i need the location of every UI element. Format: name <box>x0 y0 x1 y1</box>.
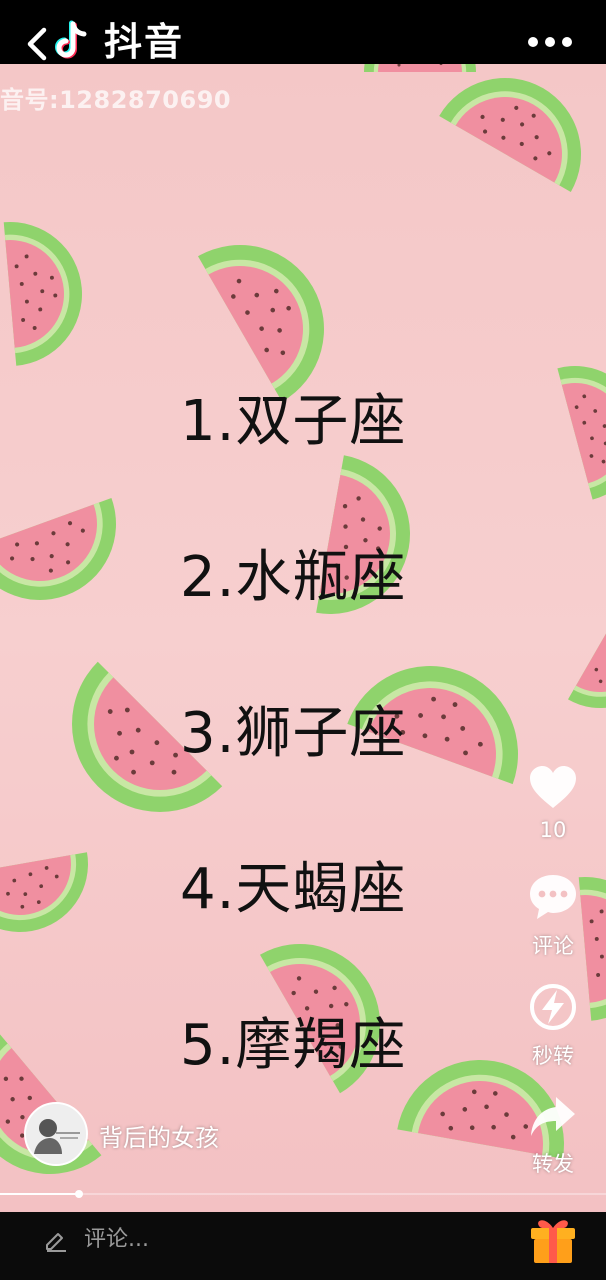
top-bar: 抖音 <box>0 0 606 64</box>
ranking-item: 3.狮子座 <box>180 701 407 766</box>
ranking-item: 2.水瓶座 <box>180 545 407 610</box>
lightning-icon <box>530 984 576 1030</box>
ranking-item: 4.天蝎座 <box>180 857 407 922</box>
like-button[interactable]: 10 <box>517 764 589 842</box>
forward-arrow-icon <box>531 1097 575 1136</box>
more-options-icon[interactable] <box>528 32 580 52</box>
comment-bubble-icon <box>530 875 576 919</box>
quick-share-label: 秒转 <box>532 1044 574 1068</box>
douyin-logo-icon <box>55 20 87 59</box>
forward-button[interactable]: 转发 <box>517 1094 589 1178</box>
comment-button[interactable]: 评论 <box>517 872 589 960</box>
ranking-item: 1.双子座 <box>180 389 407 454</box>
pencil-icon <box>46 1233 66 1252</box>
video-player[interactable]: 音号:1282870690 1.双子座 2.水瓶座 3.狮子座 4.天蝎座 5.… <box>0 64 606 1212</box>
back-arrow-icon[interactable] <box>22 24 52 64</box>
forward-label: 转发 <box>532 1152 574 1176</box>
ranking-item: 5.摩羯座 <box>180 1013 407 1078</box>
like-count: 10 <box>539 818 567 842</box>
playback-progress-fill <box>0 1193 79 1195</box>
bottom-bar: 评论... <box>0 1212 606 1280</box>
playback-progress-knob[interactable] <box>74 1190 83 1198</box>
avatar[interactable] <box>24 1102 88 1166</box>
screen: 抖音 音号:1282870690 1.双子座 2.水瓶座 3.狮子座 4.天蝎座… <box>0 0 606 1280</box>
comment-input[interactable]: 评论... <box>84 1222 384 1258</box>
avatar-image <box>26 1104 86 1164</box>
gift-icon[interactable] <box>527 1214 579 1266</box>
author-name[interactable]: 背后的女孩 <box>99 1118 219 1153</box>
watermark-id: 音号:1282870690 <box>0 86 232 114</box>
app-title: 抖音 <box>104 20 185 64</box>
ranking-list: 1.双子座 2.水瓶座 3.狮子座 4.天蝎座 5.摩羯座 <box>180 374 480 1154</box>
heart-icon <box>530 766 576 808</box>
comment-label: 评论 <box>532 934 574 958</box>
playback-progress-bar[interactable] <box>0 1190 606 1198</box>
quick-share-button[interactable]: 秒转 <box>517 982 589 1070</box>
